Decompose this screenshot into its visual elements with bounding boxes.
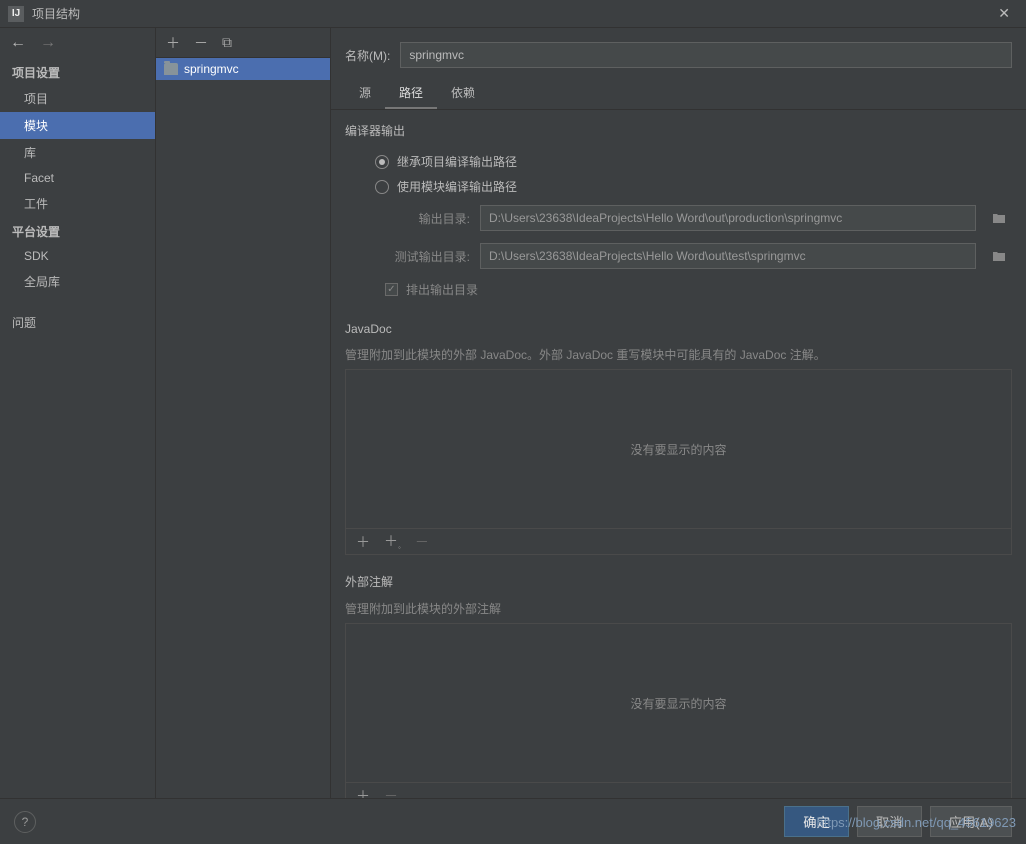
sidebar-item-modules[interactable]: 模块 — [0, 112, 155, 139]
javadoc-list: 没有要显示的内容 — [345, 369, 1012, 529]
radio-icon — [375, 155, 389, 169]
empty-text: 没有要显示的内容 — [630, 695, 726, 712]
add-javadoc-url-icon[interactable]: ＋◦ — [384, 531, 401, 552]
output-path-label: 输出目录: — [375, 210, 470, 227]
cancel-button[interactable]: 取消 — [857, 806, 922, 837]
titlebar: IJ 项目结构 ✕ — [0, 0, 1026, 28]
module-tabs: 源 路径 依赖 — [331, 78, 1026, 110]
javadoc-desc: 管理附加到此模块的外部 JavaDoc。外部 JavaDoc 重写模块中可能具有… — [345, 346, 1012, 363]
add-module-icon[interactable]: ＋ — [166, 33, 180, 53]
exclude-output-label: 排出输出目录 — [406, 281, 478, 298]
remove-annotation-icon[interactable]: － — [384, 786, 398, 799]
remove-module-icon[interactable]: － — [194, 33, 208, 53]
compiler-output-label: 编译器输出 — [345, 122, 1012, 139]
module-name-input[interactable] — [400, 42, 1012, 68]
forward-icon: → — [40, 34, 56, 52]
browse-test-output-icon[interactable] — [986, 243, 1012, 269]
annotations-list: 没有要显示的内容 — [345, 623, 1012, 783]
module-list: springmvc — [156, 58, 330, 798]
tab-paths[interactable]: 路径 — [385, 78, 437, 109]
radio-icon — [375, 180, 389, 194]
radio-use-module-label: 使用模块编译输出路径 — [397, 178, 517, 195]
sidebar-section-project: 项目设置 — [0, 58, 155, 85]
folder-icon — [164, 63, 178, 75]
radio-inherit[interactable]: 继承项目编译输出路径 — [345, 149, 1012, 174]
sidebar: ← → 项目设置 项目 模块 库 Facet 工件 平台设置 SDK 全局库 问… — [0, 28, 156, 798]
radio-inherit-label: 继承项目编译输出路径 — [397, 153, 517, 170]
copy-module-icon[interactable]: ⧉ — [222, 34, 232, 51]
apply-button[interactable]: 应用(A) — [930, 806, 1012, 837]
javadoc-toolbar: ＋ ＋◦ － — [345, 529, 1012, 555]
tab-dependencies[interactable]: 依赖 — [437, 78, 489, 109]
browse-output-icon[interactable] — [986, 205, 1012, 231]
empty-text: 没有要显示的内容 — [630, 441, 726, 458]
output-path-input[interactable] — [480, 205, 976, 231]
sidebar-item-libraries[interactable]: 库 — [0, 139, 155, 166]
annotations-title: 外部注解 — [345, 573, 1012, 590]
remove-javadoc-icon[interactable]: － — [415, 532, 429, 552]
annotations-desc: 管理附加到此模块的外部注解 — [345, 600, 1012, 617]
add-javadoc-icon[interactable]: ＋ — [356, 532, 370, 552]
test-output-path-label: 测试输出目录: — [375, 248, 470, 265]
annotations-toolbar: ＋ － — [345, 783, 1012, 798]
app-icon: IJ — [8, 6, 24, 22]
dialog-footer: ? 确定 取消 应用(A) — [0, 798, 1026, 844]
module-item-label: springmvc — [184, 62, 239, 76]
help-icon[interactable]: ? — [14, 811, 36, 833]
paths-content: 编译器输出 继承项目编译输出路径 使用模块编译输出路径 输出目录: — [331, 110, 1026, 798]
add-annotation-icon[interactable]: ＋ — [356, 786, 370, 799]
back-icon[interactable]: ← — [10, 34, 26, 52]
radio-use-module[interactable]: 使用模块编译输出路径 — [345, 174, 1012, 199]
name-label: 名称(M): — [345, 47, 390, 64]
window-title: 项目结构 — [32, 5, 990, 22]
sidebar-item-facet[interactable]: Facet — [0, 166, 155, 190]
sidebar-section-platform: 平台设置 — [0, 217, 155, 244]
exclude-output-checkbox[interactable]: ✓ 排出输出目录 — [345, 275, 1012, 304]
tab-sources[interactable]: 源 — [345, 78, 385, 109]
sidebar-item-artifacts[interactable]: 工件 — [0, 190, 155, 217]
close-icon[interactable]: ✕ — [990, 1, 1018, 26]
sidebar-item-project[interactable]: 项目 — [0, 85, 155, 112]
module-list-panel: ＋ － ⧉ springmvc — [156, 28, 331, 798]
test-output-path-input[interactable] — [480, 243, 976, 269]
module-item-springmvc[interactable]: springmvc — [156, 58, 330, 80]
ok-button[interactable]: 确定 — [784, 806, 849, 837]
module-toolbar: ＋ － ⧉ — [156, 28, 330, 58]
sidebar-item-problems[interactable]: 问题 — [0, 309, 155, 336]
main-panel: 名称(M): 源 路径 依赖 编译器输出 继承项目编译输出路径 使用模块编译输出… — [331, 28, 1026, 798]
checkbox-icon: ✓ — [385, 283, 398, 296]
nav-arrows: ← → — [0, 28, 155, 58]
javadoc-title: JavaDoc — [345, 322, 1012, 336]
sidebar-item-global-libraries[interactable]: 全局库 — [0, 268, 155, 295]
sidebar-item-sdk[interactable]: SDK — [0, 244, 155, 268]
